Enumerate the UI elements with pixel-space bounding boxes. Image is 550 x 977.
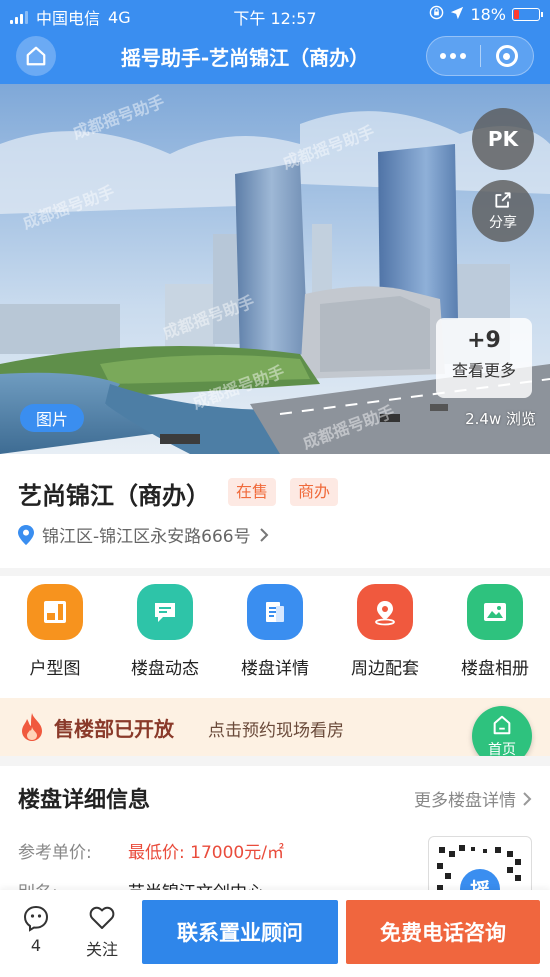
contact-consultant-button[interactable]: 联系置业顾问 xyxy=(142,900,338,964)
feature-label: 楼盘详情 xyxy=(241,659,309,679)
chat-icon xyxy=(137,584,193,640)
battery-icon xyxy=(512,8,543,21)
share-icon xyxy=(495,192,511,208)
target-icon xyxy=(495,45,518,67)
feature-label: 户型图 xyxy=(29,659,81,679)
more-photos-label: 查看更多 xyxy=(451,361,516,380)
page-title: 摇号助手-艺尚锦江（商办） xyxy=(120,46,370,70)
status-badge: 在售 xyxy=(228,478,277,506)
battery-percent: 18% xyxy=(470,5,506,24)
type-badge: 商办 xyxy=(290,478,339,506)
feature-label: 周边配套 xyxy=(351,659,419,679)
location-pin-icon xyxy=(18,524,34,545)
more-photo-count: +9 xyxy=(467,328,501,353)
divider xyxy=(0,756,550,766)
pk-compare-button[interactable]: PK xyxy=(472,108,534,170)
address-link[interactable]: 锦江区-锦江区永安路666号 xyxy=(18,522,269,547)
feature-floorplan[interactable]: 户型图 xyxy=(0,584,110,679)
photo-tab[interactable]: 图片 xyxy=(20,404,84,432)
miniprogram-capsule xyxy=(426,36,534,76)
flame-icon xyxy=(22,713,42,741)
price-key: 参考单价: xyxy=(18,843,92,863)
view-more-photos-button[interactable]: +9 查看更多 xyxy=(436,318,532,398)
detail-section: 楼盘详细信息 更多楼盘详情 参考单价:最低价: 17000元/㎡ 别名:艺尚锦江… xyxy=(0,766,550,906)
feature-surroundings[interactable]: 周边配套 xyxy=(330,584,440,679)
location-icon xyxy=(357,584,413,640)
more-menu-button[interactable] xyxy=(427,53,480,59)
comment-face-icon xyxy=(23,905,49,932)
promo-title: 售楼部已开放 xyxy=(54,717,174,741)
feature-album[interactable]: 楼盘相册 xyxy=(440,584,550,679)
nav-bar: 摇号助手-艺尚锦江（商办） xyxy=(0,28,550,84)
follow-button[interactable]: 关注 xyxy=(80,904,124,960)
feature-news[interactable]: 楼盘动态 xyxy=(110,584,220,679)
comments-button[interactable]: 4 xyxy=(14,904,58,955)
hero-image[interactable]: 成都摇号助手 成都摇号助手 成都摇号助手 成都摇号助手 成都摇号助手 成都摇号助… xyxy=(0,84,550,454)
feature-grid: 户型图 楼盘动态 楼盘详情 周边配套 楼盘相册 xyxy=(0,576,550,692)
section-title: 楼盘详细信息 xyxy=(18,788,151,813)
project-name: 艺尚锦江（商办） xyxy=(18,482,210,510)
location-arrow-icon xyxy=(450,5,464,24)
project-info: 艺尚锦江（商办） 在售 商办 锦江区-锦江区永安路666号 xyxy=(0,454,550,568)
share-label: 分享 xyxy=(489,215,517,231)
heart-icon xyxy=(89,906,115,929)
rotation-lock-icon xyxy=(429,5,444,24)
follow-label: 关注 xyxy=(85,940,118,959)
status-bar: 中国电信 4G 下午 12:57 18% xyxy=(0,0,550,28)
image-icon xyxy=(467,584,523,640)
more-details-label: 更多楼盘详情 xyxy=(414,791,516,811)
comments-count: 4 xyxy=(30,936,42,955)
chevron-right-icon xyxy=(259,527,269,542)
free-call-button[interactable]: 免费电话咨询 xyxy=(346,900,540,964)
divider xyxy=(0,568,550,576)
price-value: 最低价: 17000元/㎡ xyxy=(128,843,284,863)
close-miniprogram-button[interactable] xyxy=(480,45,533,67)
house-icon xyxy=(26,46,46,66)
price-row: 参考单价: 最低价: 17000元/㎡ xyxy=(18,838,284,863)
more-details-link[interactable]: 更多楼盘详情 xyxy=(414,786,532,811)
home-icon xyxy=(493,715,511,734)
feature-label: 楼盘相册 xyxy=(461,659,529,679)
feature-label: 楼盘动态 xyxy=(131,659,199,679)
sales-office-banner[interactable]: 售楼部已开放 点击预约现场看房 xyxy=(0,698,550,756)
document-icon xyxy=(247,584,303,640)
address-text: 锦江区-锦江区永安路666号 xyxy=(42,527,251,547)
floorplan-icon xyxy=(27,584,83,640)
share-button[interactable]: 分享 xyxy=(472,180,534,242)
home-button[interactable] xyxy=(16,36,56,76)
promo-subtitle: 点击预约现场看房 xyxy=(208,721,344,741)
feature-details[interactable]: 楼盘详情 xyxy=(220,584,330,679)
bottom-action-bar: 4 关注 联系置业顾问 免费电话咨询 xyxy=(0,890,550,977)
view-count: 2.4w 浏览 xyxy=(465,410,536,428)
chevron-right-icon xyxy=(523,791,532,806)
